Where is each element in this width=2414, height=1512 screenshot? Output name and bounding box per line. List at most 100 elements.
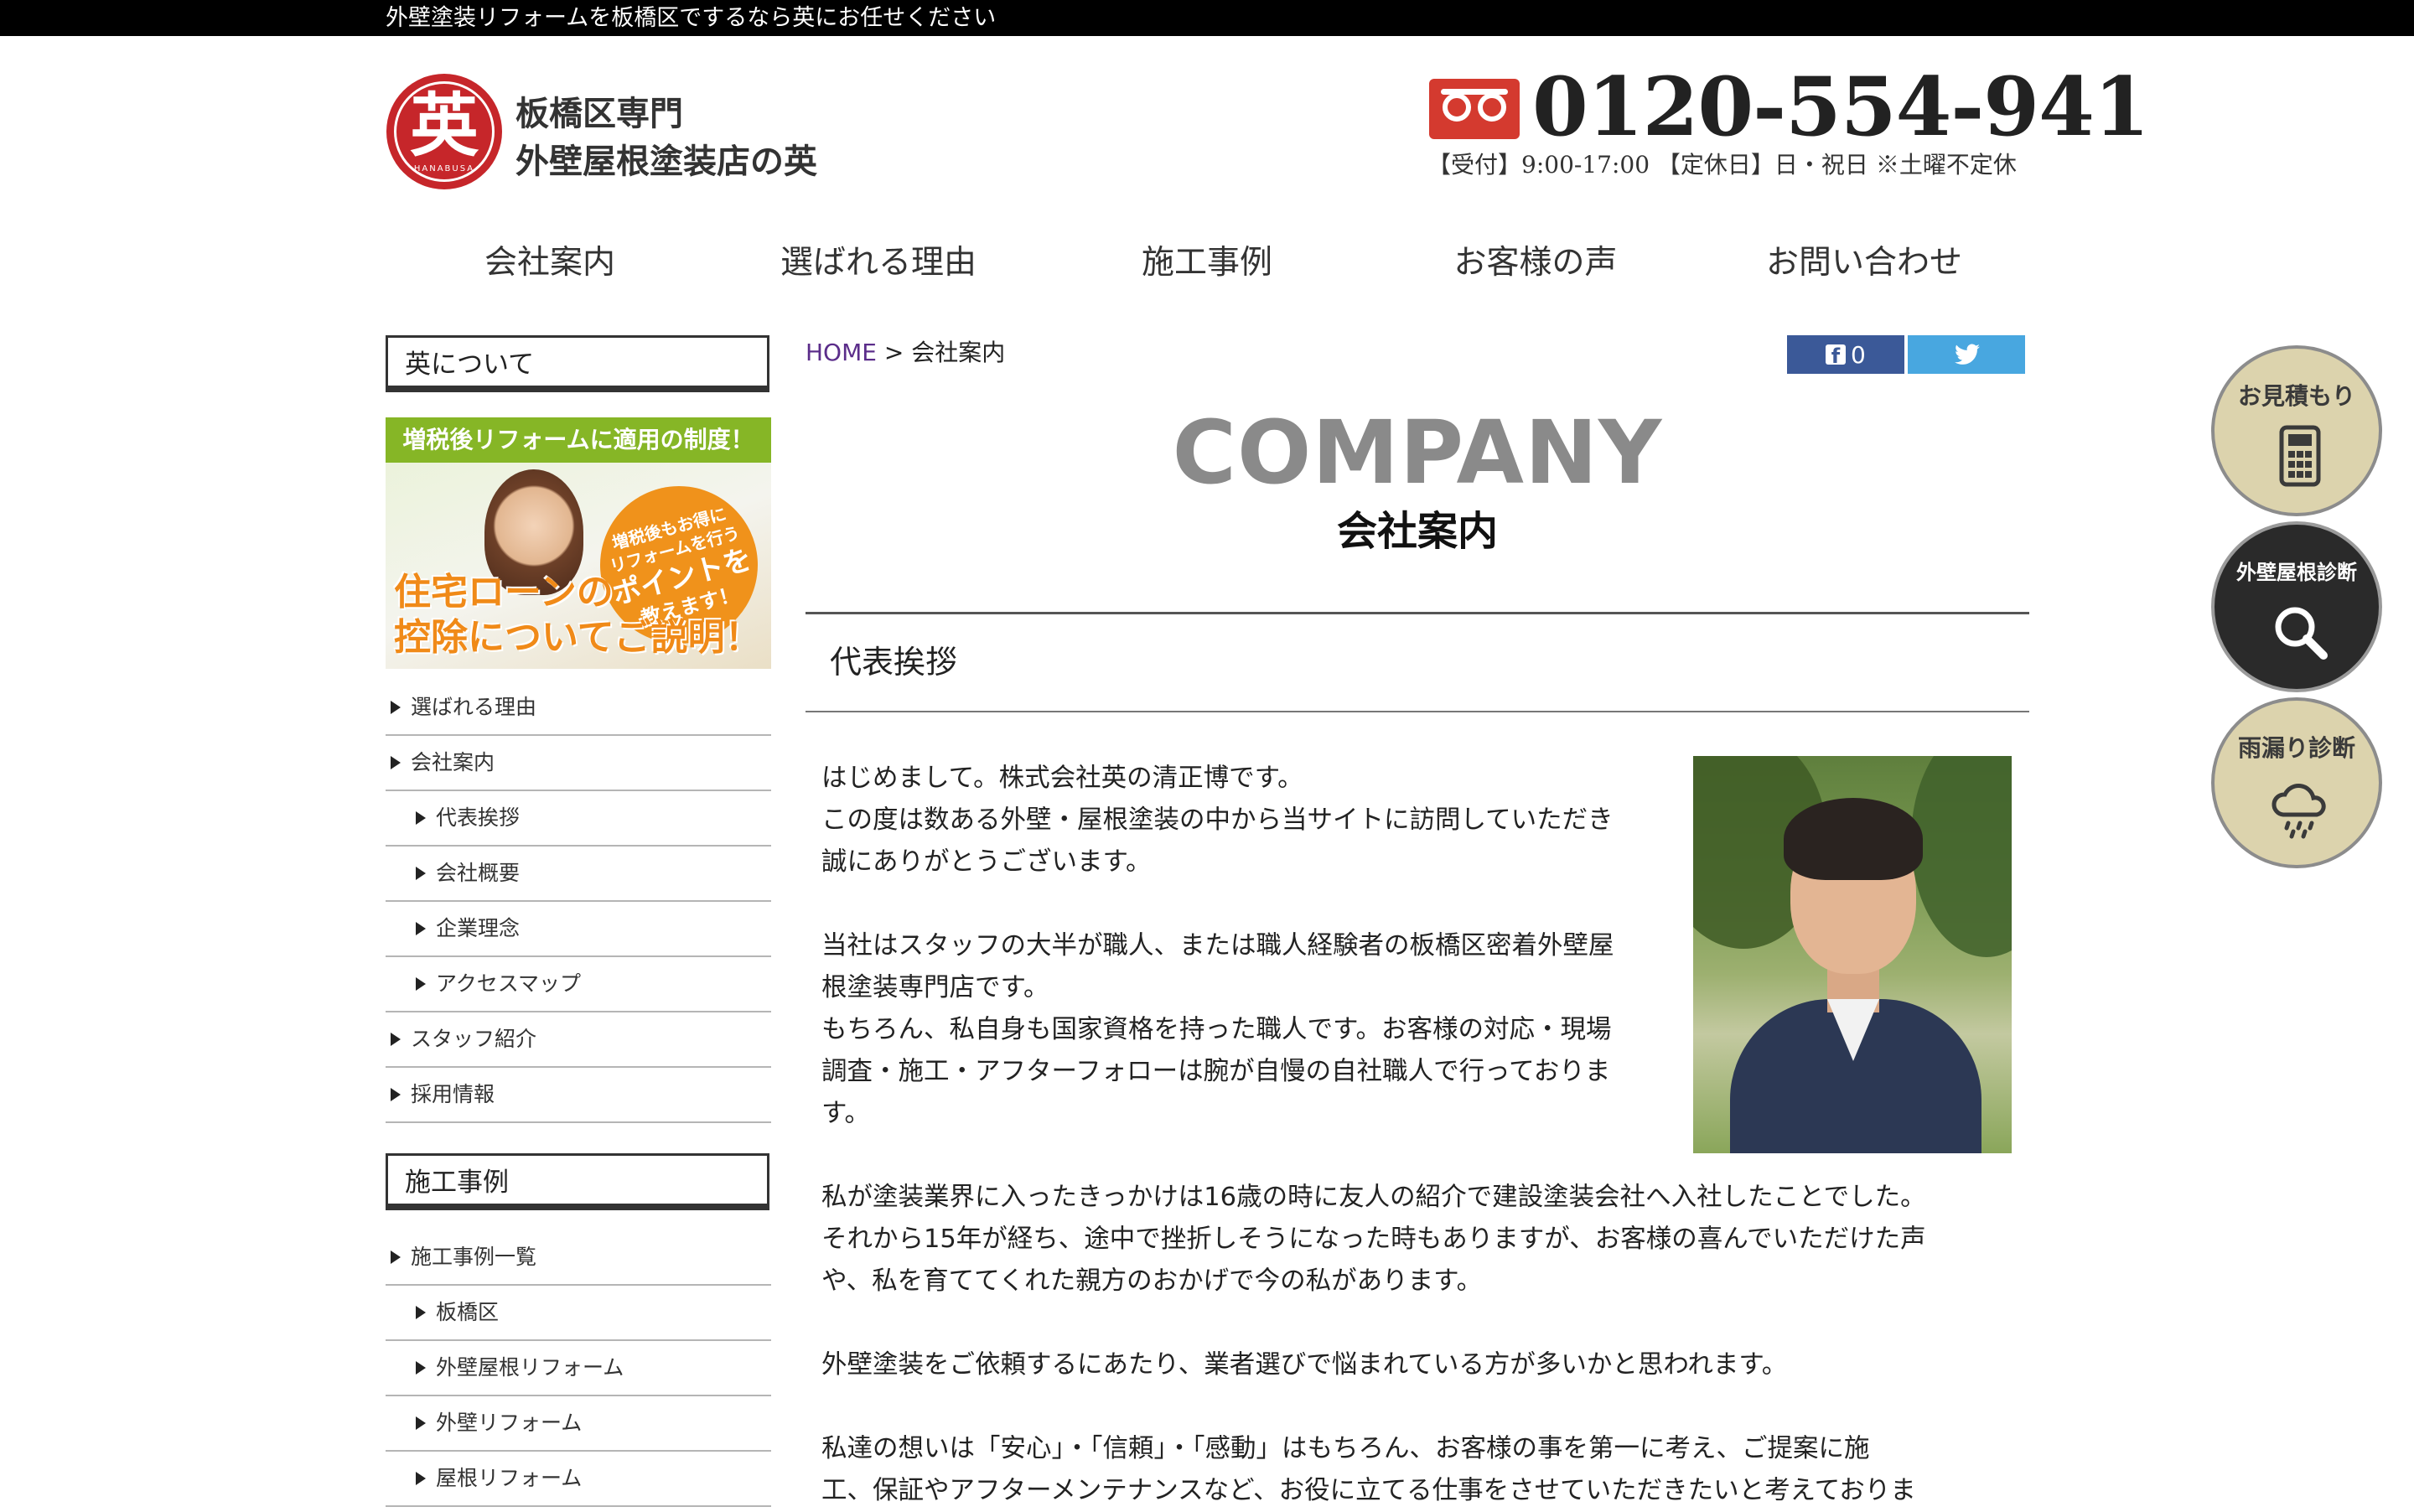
triangle-right-icon (391, 701, 401, 714)
sidebar-link-company[interactable]: 会社案内 (386, 738, 771, 791)
text-line: 私が塗装業界に入ったきっかけは16歳の時に友人の紹介で建設塗装会社へ入社したこと… (821, 1183, 1926, 1212)
nav-company[interactable]: 会社案内 (386, 226, 714, 300)
sidebar-link-label: スタッフ紹介 (411, 1027, 537, 1051)
triangle-right-icon (391, 1251, 401, 1264)
sidebar-link-roof[interactable]: 屋根リフォーム (386, 1453, 771, 1507)
sidebar-link-staff[interactable]: スタッフ紹介 (386, 1014, 771, 1068)
triangle-right-icon (416, 867, 426, 880)
text-line: 根塗装専門店です。 (821, 973, 1049, 1002)
phone-number[interactable]: 0120-554-941 (1532, 60, 2150, 154)
logo-line-1: 板橋区専門 (515, 95, 683, 133)
sidebar-link-label: 施工事例一覧 (411, 1245, 537, 1269)
sidebar-link-greeting[interactable]: 代表挨拶 (386, 793, 771, 847)
breadcrumb-separator: > (883, 339, 904, 366)
sidebar-link-label: アクセスマップ (436, 971, 582, 996)
leak-diagnosis-label: 雨漏り診断 (2237, 734, 2355, 762)
triangle-right-icon (416, 811, 426, 825)
banner-bottom-line-2: 控除についてご説明！ (394, 616, 762, 659)
calculator-icon (2279, 425, 2321, 487)
sidebar-link-philosophy[interactable]: 企業理念 (386, 904, 771, 957)
diagnosis-label: 外壁屋根診断 (2236, 560, 2357, 584)
sidebar-link-label: 板橋区 (436, 1300, 500, 1324)
sidebar-link-label: 屋根リフォーム (436, 1466, 583, 1490)
sidebar-heading-cases: 施工事例 (386, 1153, 769, 1210)
sidebar-link-label: 外壁屋根リフォーム (436, 1355, 624, 1380)
facebook-icon: f (1826, 344, 1846, 368)
triangle-right-icon (391, 1033, 401, 1046)
rain-cloud-icon (2272, 784, 2326, 839)
facebook-share-count: 0 (1851, 341, 1866, 369)
logo-emblem[interactable]: 英 HANABUSA (386, 74, 502, 189)
leak-diagnosis-float-button[interactable]: 雨漏り診断 (2211, 697, 2382, 868)
text-line: す。 (821, 1099, 870, 1128)
top-announcement-text: 外壁塗装リフォームを板橋区でするなら英にお任せください (386, 5, 997, 31)
text-line: この度は数ある外壁・屋根塗装の中から当サイトに訪問していただき (821, 805, 1614, 835)
greeting-paragraph-3: 私が塗装業界に入ったきっかけは16歳の時に友人の紹介で建設塗装会社へ入社したこと… (821, 1177, 1926, 1302)
text-line: はじめまして。株式会社英の清正博です。 (821, 764, 1303, 793)
sidebar-heading-about-label: 英について (405, 350, 535, 380)
sidebar-link-itabashi[interactable]: 板橋区 (386, 1287, 771, 1341)
sidebar-link-label: 選ばれる理由 (411, 695, 537, 719)
greeting-paragraph-4: 外壁塗装をご依頼するにあたり、業者選びで悩まれている方が多いかと思われます。 (821, 1344, 1787, 1386)
triangle-right-icon (391, 1088, 401, 1101)
logo-text[interactable]: 板橋区専門 外壁屋根塗装店の英 (515, 91, 817, 186)
estimate-float-button[interactable]: お見積もり (2211, 345, 2382, 516)
sidebar-link-label: 企業理念 (436, 916, 521, 940)
text-line: もちろん、私自身も国家資格を持った職人です。お客様の対応・現場 (821, 1015, 1612, 1044)
nav-reasons[interactable]: 選ばれる理由 (714, 226, 1043, 300)
sidebar-link-overview[interactable]: 会社概要 (386, 848, 771, 902)
page-subtitle: 会社案内 (1336, 508, 1498, 555)
sidebar-link-wall[interactable]: 外壁リフォーム (386, 1398, 771, 1452)
logo-roman: HANABUSA (413, 164, 475, 173)
text-line: 誠にありがとうございます。 (821, 847, 1152, 877)
text-line: 当社はスタッフの大半が職人、または職人経験者の板橋区密着外壁屋 (821, 931, 1614, 961)
tax-reform-banner[interactable]: 増税後リフォームに適用の制度！ 増税後もお得に リフォームを行う ポイントを 教… (386, 417, 771, 669)
page-title: COMPANY (1172, 401, 1663, 504)
sidebar-link-access[interactable]: アクセスマップ (386, 959, 771, 1012)
twitter-bird-icon (1955, 344, 1980, 365)
triangle-right-icon (416, 1472, 426, 1485)
triangle-right-icon (416, 1361, 426, 1375)
twitter-share-button[interactable] (1908, 335, 2025, 374)
sidebar-link-reasons[interactable]: 選ばれる理由 (386, 682, 771, 736)
sidebar-link-recruit[interactable]: 採用情報 (386, 1069, 771, 1123)
greeting-paragraph-1: はじめまして。株式会社英の清正博です。 この度は数ある外壁・屋根塗装の中から当サ… (821, 758, 1614, 883)
greeting-paragraph-2: 当社はスタッフの大半が職人、または職人経験者の板橋区密着外壁屋 根塗装専門店です… (821, 925, 1614, 1135)
section-divider-top (806, 612, 2029, 614)
triangle-right-icon (416, 1416, 426, 1430)
sidebar-link-label: 採用情報 (411, 1082, 495, 1106)
text-line: 工、保証やアフターメンテナンスなど、お役に立てる仕事をさせていただきたいと考えて… (821, 1476, 1916, 1505)
banner-top-text: 増税後リフォームに適用の制度！ (386, 417, 771, 463)
representative-photo (1693, 756, 2012, 1153)
nav-cases[interactable]: 施工事例 (1043, 226, 1371, 300)
text-line: や、私を育ててくれた親方のおかげで今の私があります。 (821, 1266, 1483, 1296)
logo-line-2: 外壁屋根塗装店の英 (515, 142, 817, 181)
diagnosis-float-button[interactable]: 外壁屋根診断 (2211, 521, 2382, 692)
triangle-right-icon (416, 1306, 426, 1319)
breadcrumb-home-link[interactable]: HOME (806, 339, 877, 366)
top-announcement-bar: 外壁塗装リフォームを板橋区でするなら英にお任せください (0, 0, 2414, 36)
text-line: 私達の想いは「安心」・「信頼」・「感動」はもちろん、お客様の事を第一に考え、ご提… (821, 1434, 1870, 1463)
nav-voices[interactable]: お客様の声 (1371, 226, 1700, 300)
triangle-right-icon (416, 977, 426, 991)
text-line: 調査・施工・アフターフォローは腕が自慢の自社職人で行っておりま (821, 1057, 1611, 1086)
greeting-paragraph-5: 私達の想いは「安心」・「信頼」・「感動」はもちろん、お客様の事を第一に考え、ご提… (821, 1428, 1916, 1512)
triangle-right-icon (391, 756, 401, 769)
search-icon (2275, 607, 2328, 660)
sidebar-link-label: 外壁リフォーム (436, 1411, 583, 1435)
sidebar-link-case-list[interactable]: 施工事例一覧 (386, 1232, 771, 1286)
sidebar-link-wall-roof[interactable]: 外壁屋根リフォーム (386, 1343, 771, 1396)
section-divider-bottom (806, 711, 2029, 712)
global-nav: 会社案内 選ばれる理由 施工事例 お客様の声 お問い合わせ (386, 226, 2028, 300)
logo-kanji: 英 (409, 85, 479, 166)
section-heading: 代表挨拶 (830, 644, 958, 681)
free-dial-icon (1429, 79, 1520, 139)
sidebar-heading-about: 英について (386, 335, 769, 392)
banner-bottom-line-1: 住宅ローンの (394, 571, 614, 614)
sidebar-heading-cases-label: 施工事例 (405, 1168, 509, 1198)
facebook-share-button[interactable]: f 0 (1787, 335, 1904, 374)
sidebar-link-label: 会社概要 (436, 861, 521, 885)
text-line: それから15年が経ち、途中で挫折しそうになった時もありますが、お客様の喜んでいた… (821, 1225, 1926, 1254)
nav-contact[interactable]: お問い合わせ (1700, 226, 2028, 300)
breadcrumb: HOME > 会社案内 (806, 337, 1005, 369)
